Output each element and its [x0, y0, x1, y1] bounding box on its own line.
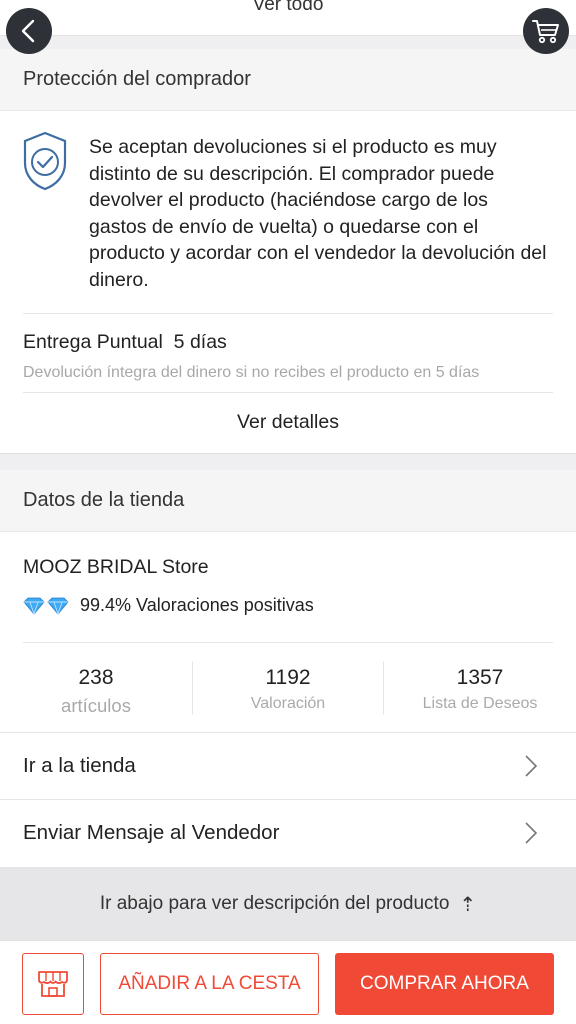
arrow-up-icon: ⇡	[459, 891, 477, 916]
chevron-right-icon	[525, 755, 538, 777]
see-all-link[interactable]: Ver todo	[0, 0, 576, 16]
section-gap	[0, 453, 576, 470]
stat-label: Lista de Deseos	[422, 695, 538, 712]
positive-rating-text: 99.4% Valoraciones positivas	[80, 595, 314, 615]
shield-check-icon	[22, 131, 68, 196]
store-button[interactable]	[22, 953, 84, 1015]
stat-label: artículos	[61, 695, 131, 716]
cart-icon	[532, 20, 559, 44]
stat-value: 1192	[265, 666, 311, 689]
bottom-action-bar: AÑADIR A LA CESTA COMPRAR AHORA	[0, 940, 576, 1024]
scroll-to-description-hint[interactable]: Ir abajo para ver descripción del produc…	[0, 867, 576, 940]
cart-button[interactable]	[523, 8, 569, 54]
store-name[interactable]: MOOZ BRIDAL Store	[23, 556, 209, 579]
message-seller-row[interactable]: Enviar Mensaje al Vendedor	[0, 800, 576, 866]
view-details-link[interactable]: Ver detalles	[0, 411, 576, 434]
top-bar: Ver todo	[0, 0, 576, 36]
store-info-header: Datos de la tienda	[0, 470, 576, 532]
stat-value: 1357	[456, 666, 504, 689]
chevron-left-icon	[21, 19, 35, 43]
scroll-hint-text: Ir abajo para ver descripción del produc…	[99, 892, 450, 914]
store-icon	[38, 971, 68, 997]
divider	[23, 642, 553, 643]
stat-rating[interactable]: 1192 Valoración	[192, 666, 384, 713]
message-seller-label: Enviar Mensaje al Vendedor	[23, 821, 280, 844]
diamond-icon	[22, 596, 70, 616]
protection-description: Se aceptan devoluciones si el producto e…	[89, 136, 547, 291]
divider	[23, 392, 553, 393]
stat-value: 238	[78, 666, 114, 689]
go-to-store-row[interactable]: Ir a la tienda	[0, 733, 576, 799]
stat-items[interactable]: 238 artículos	[0, 666, 192, 717]
on-time-delivery-title: Entrega Puntual 5 días	[23, 331, 227, 353]
chevron-right-icon	[525, 822, 538, 844]
stat-label: Valoración	[250, 695, 326, 712]
buy-now-button[interactable]: COMPRAR AHORA	[335, 953, 554, 1015]
section-gap	[0, 36, 576, 49]
add-to-cart-button[interactable]: AÑADIR A LA CESTA	[100, 953, 319, 1015]
back-button[interactable]	[6, 8, 52, 54]
stat-wishlist[interactable]: 1357 Lista de Deseos	[384, 666, 576, 713]
on-time-delivery-description: Devolución íntegra del dinero si no reci…	[23, 364, 480, 381]
buyer-protection-header: Protección del comprador	[0, 49, 576, 111]
divider	[23, 313, 553, 314]
store-rating: 99.4% Valoraciones positivas	[22, 595, 314, 616]
go-to-store-label: Ir a la tienda	[23, 754, 136, 777]
